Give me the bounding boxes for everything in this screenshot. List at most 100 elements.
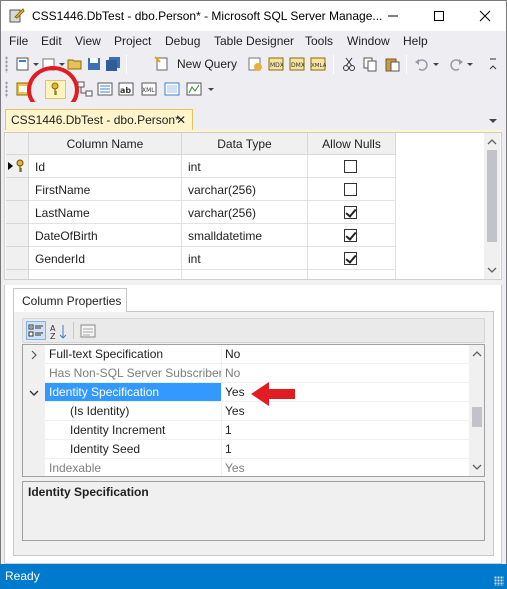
data-type-cell[interactable]: varchar(256) [182,178,308,201]
scroll-up-icon[interactable] [469,347,485,361]
document-tab[interactable]: CSS1446.DbTest - dbo.Person* ✕ [5,109,193,130]
scroll-down-icon[interactable] [484,263,500,277]
menu-file[interactable]: File [9,34,28,48]
pane-splitter[interactable] [4,279,502,285]
menu-view[interactable]: View [75,34,101,48]
mdx-query-icon[interactable]: MDX [268,56,284,72]
manage-fulltext-index-icon[interactable]: ab [118,81,134,97]
toolbar-options-dropdown-icon[interactable] [208,88,214,91]
allow-nulls-cell[interactable] [308,270,396,279]
property-value[interactable]: 1 [221,440,469,459]
row-selector[interactable] [6,178,29,201]
collapse-chevron-icon[interactable] [23,383,45,402]
allow-nulls-cell[interactable] [308,224,396,247]
database-engine-query-icon[interactable] [247,56,263,72]
menu-debug[interactable]: Debug [165,34,200,48]
toolbar-grip[interactable] [5,56,8,73]
data-type-cell[interactable]: int [182,247,308,270]
property-grid-scrollbar[interactable] [469,345,485,476]
property-row-non-sql-subscriber[interactable]: Has Non-SQL Server Subscriber No [23,364,469,383]
property-row-identity-seed[interactable]: Identity Seed 1 [23,440,469,459]
property-value[interactable]: No [221,345,469,364]
grid-scrollbar[interactable] [484,133,500,279]
allow-nulls-checkbox[interactable] [344,229,357,242]
expand-chevron-icon[interactable] [23,345,45,364]
copy-icon[interactable] [362,56,378,72]
cut-icon[interactable] [341,56,357,72]
resize-grip[interactable] [494,576,504,586]
property-scroll-thumb[interactable] [472,407,482,427]
tab-column-properties[interactable]: Column Properties [13,288,127,312]
row-selector[interactable] [6,270,29,279]
property-value[interactable]: 1 [221,421,469,440]
toolbar-overflow-icon[interactable] [485,56,501,72]
property-row-identity-increment[interactable]: Identity Increment 1 [23,421,469,440]
new-project-icon[interactable] [15,56,31,72]
manage-xml-indexes-icon[interactable]: XML [141,81,157,97]
table-row[interactable]: DateOfBirth smalldatetime [6,224,396,247]
row-selector[interactable] [6,201,29,224]
add-item-dropdown-icon[interactable] [59,63,65,66]
scroll-up-icon[interactable] [484,135,500,149]
tab-list-dropdown-icon[interactable] [489,119,497,123]
row-selector[interactable] [6,247,29,270]
column-name-cell[interactable]: DateOfBirth [29,224,182,247]
row-selector[interactable] [6,155,29,178]
manage-spatial-indexes-icon[interactable] [186,81,202,97]
property-row-indexable[interactable]: Indexable Yes [23,459,469,476]
table-row[interactable]: FirstName varchar(256) [6,178,396,201]
allow-nulls-cell[interactable] [308,178,396,201]
categorized-button[interactable] [26,321,46,340]
column-name-cell[interactable]: Id [29,155,182,178]
table-row[interactable]: LastName varchar(256) [6,201,396,224]
allow-nulls-checkbox[interactable] [344,183,357,196]
toolbar-grip[interactable] [5,81,8,98]
close-tab-icon[interactable]: ✕ [176,113,186,127]
table-row[interactable] [6,270,396,279]
column-name-cell[interactable]: FirstName [29,178,182,201]
paste-icon[interactable] [384,56,400,72]
menu-help[interactable]: Help [403,34,428,48]
scroll-down-icon[interactable] [469,460,485,474]
save-all-icon[interactable] [105,56,121,72]
open-file-icon[interactable] [67,56,83,72]
undo-dropdown-icon[interactable] [433,63,439,66]
close-window-button[interactable] [462,1,507,31]
allow-nulls-cell[interactable] [308,247,396,270]
undo-icon[interactable] [414,56,430,72]
menu-table-designer[interactable]: Table Designer [214,34,294,48]
column-name-cell[interactable]: LastName [29,201,182,224]
manage-indexes-icon[interactable] [97,81,113,97]
maximize-button[interactable] [416,1,462,31]
data-type-cell[interactable]: smalldatetime [182,224,308,247]
dmx-query-icon[interactable]: DMX [289,56,305,72]
table-row[interactable]: GenderId int [6,247,396,270]
data-type-cell[interactable]: varchar(256) [182,201,308,224]
save-icon[interactable] [86,56,102,72]
menu-window[interactable]: Window [347,34,390,48]
new-query-button[interactable]: New Query [177,57,237,71]
xmla-query-icon[interactable]: XMLA [310,56,326,72]
property-row-is-identity[interactable]: (Is Identity) Yes [23,402,469,421]
property-row-identity-specification[interactable]: Identity Specification Yes [23,383,469,402]
column-name-cell[interactable] [29,270,182,279]
allow-nulls-checkbox[interactable] [344,252,357,265]
allow-nulls-checkbox[interactable] [344,160,357,173]
allow-nulls-cell[interactable] [308,155,396,178]
menu-tools[interactable]: Tools [305,34,333,48]
property-row-fulltext[interactable]: Full-text Specification No [23,345,469,364]
manage-check-constraints-icon[interactable] [164,81,180,97]
table-row[interactable]: Id int [6,155,396,178]
menu-project[interactable]: Project [114,34,151,48]
menu-edit[interactable]: Edit [41,34,62,48]
redo-dropdown-icon[interactable] [467,63,473,66]
property-pages-icon[interactable] [80,323,96,339]
allow-nulls-cell[interactable] [308,201,396,224]
allow-nulls-checkbox[interactable] [344,206,357,219]
redo-icon[interactable] [448,56,464,72]
new-query-icon[interactable] [154,56,170,72]
relationships-icon[interactable] [77,81,93,97]
data-type-cell[interactable]: int [182,155,308,178]
minimize-button[interactable] [370,1,416,31]
column-name-cell[interactable]: GenderId [29,247,182,270]
